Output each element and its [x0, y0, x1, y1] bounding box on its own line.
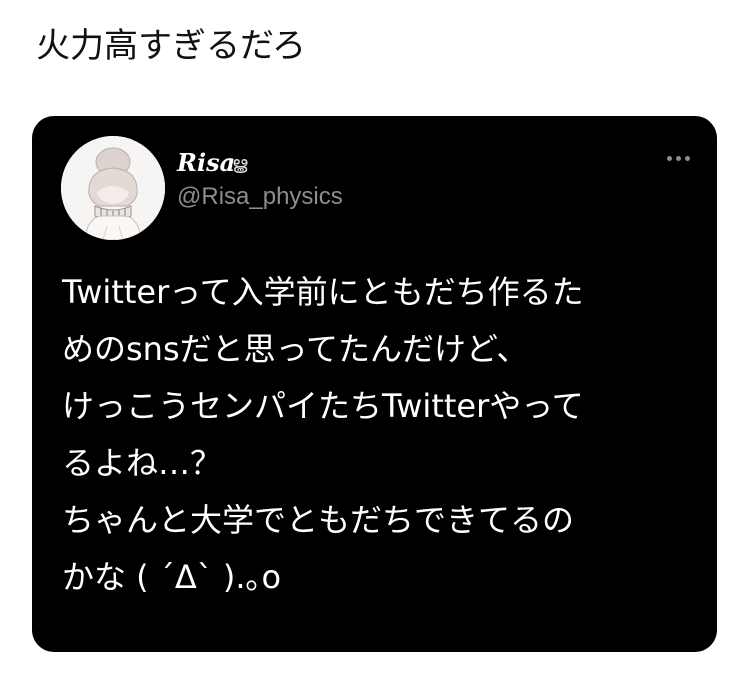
more-horizontal-icon [684, 155, 690, 161]
tweet-display-name[interactable]: Risa [177, 148, 235, 178]
screenshot-page: 火力高すぎるだろ Risa ൠ @Risa_physics Twitterって入… [0, 0, 749, 678]
name-emoji-icon: ൠ [232, 153, 248, 174]
tweet-text-line: かな ( ´Δ` ).｡o [62, 558, 282, 596]
post-caption: 火力高すぎるだろ [36, 26, 306, 66]
more-horizontal-icon [675, 155, 681, 161]
tweet-text-line: ちゃんと大学でともだちできてるの [62, 501, 575, 539]
illustrated-girl-avatar-icon [61, 136, 165, 240]
avatar[interactable] [61, 136, 165, 240]
tweet-text-line: めのsnsだと思ってたんだけど、 [62, 330, 529, 368]
tweet-text-line: Twitterって入学前にともだち作るた [62, 273, 584, 311]
more-horizontal-icon [666, 155, 672, 161]
tweet-text: Twitterって入学前にともだち作るた めのsnsだと思ってたんだけど、 けっ… [62, 264, 702, 606]
tweet-handle[interactable]: @Risa_physics [177, 182, 343, 212]
tweet-text-line: けっこうセンパイたちTwitterやって [62, 387, 584, 425]
embedded-tweet-card[interactable]: Risa ൠ @Risa_physics Twitterって入学前にともだち作る… [32, 116, 717, 652]
tweet-text-line: るよね…？ [62, 444, 223, 482]
more-options-button[interactable] [660, 146, 696, 170]
